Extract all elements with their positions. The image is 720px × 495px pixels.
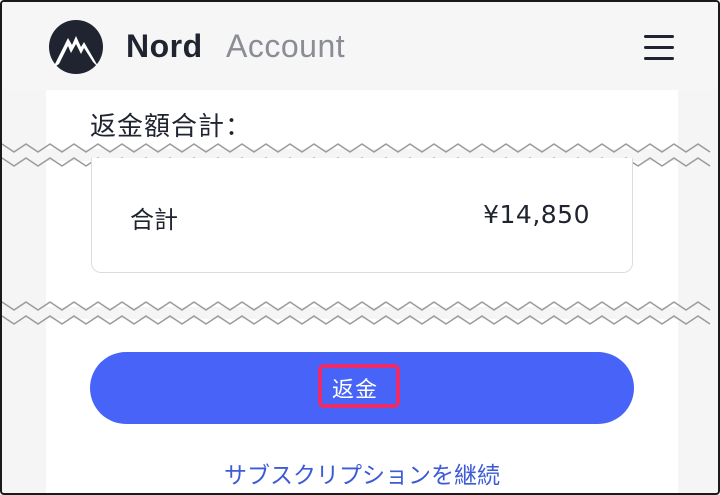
brand-product: Account <box>226 28 346 64</box>
torn-divider-bottom <box>2 301 718 325</box>
continue-subscription-link[interactable]: サブスクリプションを継続 <box>2 456 718 490</box>
total-amount: ¥14,850 <box>483 200 590 229</box>
total-label: 合計 <box>130 206 178 234</box>
brand-name: Nord <box>126 28 203 64</box>
hamburger-menu-icon[interactable] <box>642 32 678 64</box>
app-frame: Nord Account 返金額合計： 合計 ¥14,850 返金 サブスクリプ… <box>0 0 720 495</box>
nord-mountain-icon[interactable] <box>44 20 108 74</box>
header: Nord Account <box>2 2 718 90</box>
refund-total-heading: 返金額合計： <box>90 112 253 142</box>
refund-button-label[interactable]: 返金 <box>332 372 378 404</box>
